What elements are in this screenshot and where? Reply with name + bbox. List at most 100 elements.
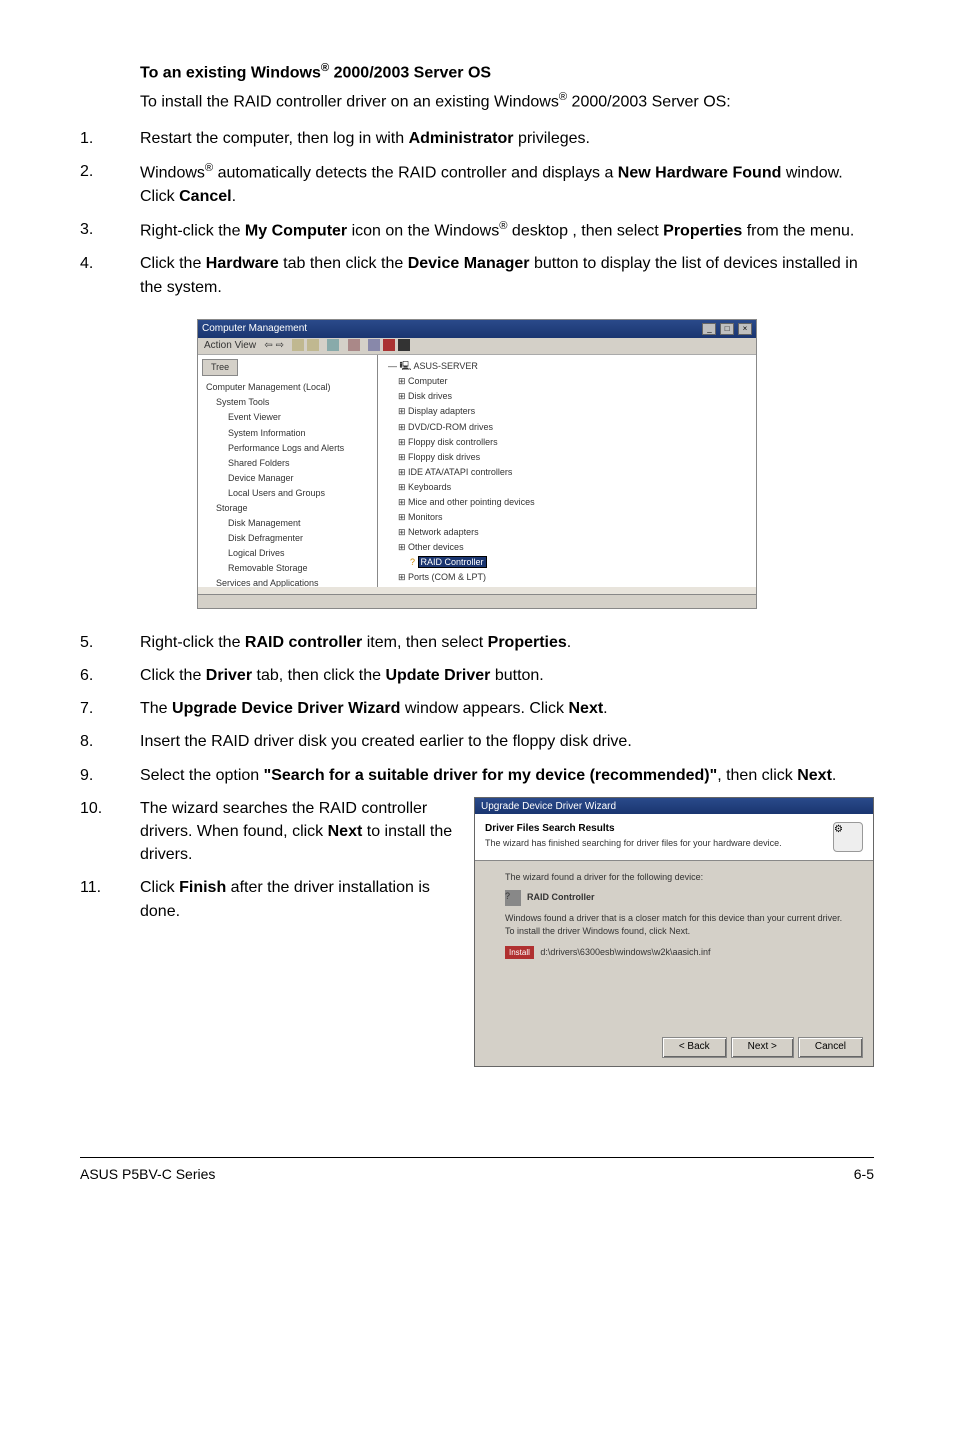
menu-items[interactable]: Action View xyxy=(204,340,256,351)
tree-item[interactable]: Removable Storage xyxy=(202,561,373,576)
step-text: Click the Hardware tab then click the De… xyxy=(140,252,874,298)
footer-right: 6-5 xyxy=(854,1164,874,1184)
tree-item[interactable]: System Information xyxy=(202,426,373,441)
device-tree-item[interactable]: ⊞ IDE ATA/ATAPI controllers xyxy=(384,465,750,480)
step-text: Insert the RAID driver disk you created … xyxy=(140,730,874,753)
window-title: Computer Management xyxy=(202,322,307,337)
tree-item[interactable]: Local Users and Groups xyxy=(202,486,373,501)
tree-item[interactable]: System Tools xyxy=(202,395,373,410)
step-text: Windows® automatically detects the RAID … xyxy=(140,160,874,208)
step-item: 10.The wizard searches the RAID controll… xyxy=(80,797,454,867)
device-icon: ? xyxy=(505,890,521,906)
steps-list-col: 10.The wizard searches the RAID controll… xyxy=(80,797,454,923)
tree-item[interactable]: Device Manager xyxy=(202,471,373,486)
toolbar-icon[interactable] xyxy=(368,339,380,351)
tree-item[interactable]: Storage xyxy=(202,501,373,516)
wizard-header: Driver Files Search Results The wizard h… xyxy=(475,814,873,861)
step-item: 1.Restart the computer, then log in with… xyxy=(80,127,874,150)
device-tree-item[interactable]: ⊞ SCSI and RAID controllers xyxy=(384,585,750,587)
gear-icon: ⚙ xyxy=(833,822,863,852)
step-item: 2.Windows® automatically detects the RAI… xyxy=(80,160,874,208)
device-tree-item[interactable]: ⊞ Other devices xyxy=(384,540,750,555)
wizard-driver-path: d:\drivers\6300esb\windows\w2k\aasich.in… xyxy=(540,947,710,957)
device-tree-item[interactable]: ⊞ Computer xyxy=(384,374,750,389)
step-number: 11. xyxy=(80,876,140,922)
step-number: 6. xyxy=(80,664,140,687)
tree-item[interactable]: Logical Drives xyxy=(202,546,373,561)
tree-item[interactable]: Performance Logs and Alerts xyxy=(202,441,373,456)
next-button[interactable]: Next > xyxy=(731,1037,794,1058)
toolbar-icon[interactable] xyxy=(398,339,410,351)
step-text: Select the option "Search for a suitable… xyxy=(140,764,874,787)
wizard-match-text: Windows found a driver that is a closer … xyxy=(505,912,843,938)
statusbar xyxy=(198,594,756,608)
intro-text: To install the RAID controller driver on… xyxy=(140,89,874,114)
maximize-icon[interactable]: □ xyxy=(720,323,734,335)
step-text: Right-click the My Computer icon on the … xyxy=(140,218,874,243)
device-tree-item[interactable]: ⊞ Monitors xyxy=(384,510,750,525)
step-text: Click Finish after the driver installati… xyxy=(140,876,454,922)
device-tree-item[interactable]: ⊞ Floppy disk drives xyxy=(384,450,750,465)
toolbar-icon[interactable] xyxy=(292,339,304,351)
tree-item[interactable]: Disk Defragmenter xyxy=(202,531,373,546)
steps-list-top: 1.Restart the computer, then log in with… xyxy=(80,127,874,299)
footer-left: ASUS P5BV-C Series xyxy=(80,1164,215,1184)
window-titlebar: Computer Management _ □ × xyxy=(198,320,756,338)
section-heading: To an existing Windows® 2000/2003 Server… xyxy=(140,60,874,85)
device-tree-item[interactable]: ⊞ Floppy disk controllers xyxy=(384,435,750,450)
step-number: 8. xyxy=(80,730,140,753)
wizard-found-text: The wizard found a driver for the follow… xyxy=(505,871,843,884)
install-label: Install xyxy=(505,946,534,960)
tree-item[interactable]: Services and Applications xyxy=(202,576,373,587)
device-tree-item[interactable]: ⊞ Disk drives xyxy=(384,389,750,404)
toolbar-icon[interactable] xyxy=(383,339,395,351)
upgrade-driver-wizard-screenshot: Upgrade Device Driver Wizard Driver File… xyxy=(474,797,874,1067)
step-item: 7.The Upgrade Device Driver Wizard windo… xyxy=(80,697,874,720)
step-number: 1. xyxy=(80,127,140,150)
step-number: 7. xyxy=(80,697,140,720)
toolbar-icon[interactable] xyxy=(348,339,360,351)
device-tree-root[interactable]: — 🖳 ASUS-SERVER xyxy=(384,359,750,374)
left-tree-pane: Tree Computer Management (Local)System T… xyxy=(198,355,378,587)
step-item: 4.Click the Hardware tab then click the … xyxy=(80,252,874,298)
step-number: 10. xyxy=(80,797,140,867)
device-tree-item[interactable]: ⊞ Network adapters xyxy=(384,525,750,540)
wizard-header-sub: The wizard has finished searching for dr… xyxy=(485,838,782,848)
tree-item[interactable]: Shared Folders xyxy=(202,456,373,471)
page-footer: ASUS P5BV-C Series 6-5 xyxy=(80,1157,874,1184)
cancel-button[interactable]: Cancel xyxy=(798,1037,863,1058)
minimize-icon[interactable]: _ xyxy=(702,323,716,335)
steps-list-mid: 5.Right-click the RAID controller item, … xyxy=(80,631,874,787)
wizard-device-name: RAID Controller xyxy=(527,891,595,904)
computer-management-screenshot: Computer Management _ □ × Action View ⇦ … xyxy=(197,319,757,609)
step-number: 4. xyxy=(80,252,140,298)
tree-item[interactable]: Event Viewer xyxy=(202,410,373,425)
device-tree-item[interactable]: ⊞ DVD/CD-ROM drives xyxy=(384,420,750,435)
step-item: 11.Click Finish after the driver install… xyxy=(80,876,454,922)
step-text: Right-click the RAID controller item, th… xyxy=(140,631,874,654)
step-number: 5. xyxy=(80,631,140,654)
device-tree-item[interactable]: ⊞ Mice and other pointing devices xyxy=(384,495,750,510)
toolbar-icon[interactable] xyxy=(307,339,319,351)
step-item: 8.Insert the RAID driver disk you create… xyxy=(80,730,874,753)
titlebar-buttons: _ □ × xyxy=(701,322,752,337)
tree-item[interactable]: Computer Management (Local) xyxy=(202,380,373,395)
raid-controller-item[interactable]: ? RAID Controller xyxy=(384,555,750,570)
back-button[interactable]: < Back xyxy=(662,1037,727,1058)
close-icon[interactable]: × xyxy=(738,323,752,335)
wizard-header-title: Driver Files Search Results xyxy=(485,822,833,837)
step-item: 9.Select the option "Search for a suitab… xyxy=(80,764,874,787)
tree-tab[interactable]: Tree xyxy=(202,359,238,376)
step-item: 6.Click the Driver tab, then click the U… xyxy=(80,664,874,687)
device-tree-item[interactable]: ⊞ Keyboards xyxy=(384,480,750,495)
toolbar-icon[interactable] xyxy=(327,339,339,351)
wizard-titlebar: Upgrade Device Driver Wizard xyxy=(475,798,873,814)
tree-item[interactable]: Disk Management xyxy=(202,516,373,531)
device-tree-item[interactable]: ⊞ Display adapters xyxy=(384,404,750,419)
step-text: The wizard searches the RAID controller … xyxy=(140,797,454,867)
step-text: Click the Driver tab, then click the Upd… xyxy=(140,664,874,687)
step-text: Restart the computer, then log in with A… xyxy=(140,127,874,150)
step-number: 9. xyxy=(80,764,140,787)
device-tree-item[interactable]: ⊞ Ports (COM & LPT) xyxy=(384,570,750,585)
wizard-body: The wizard found a driver for the follow… xyxy=(475,861,873,970)
